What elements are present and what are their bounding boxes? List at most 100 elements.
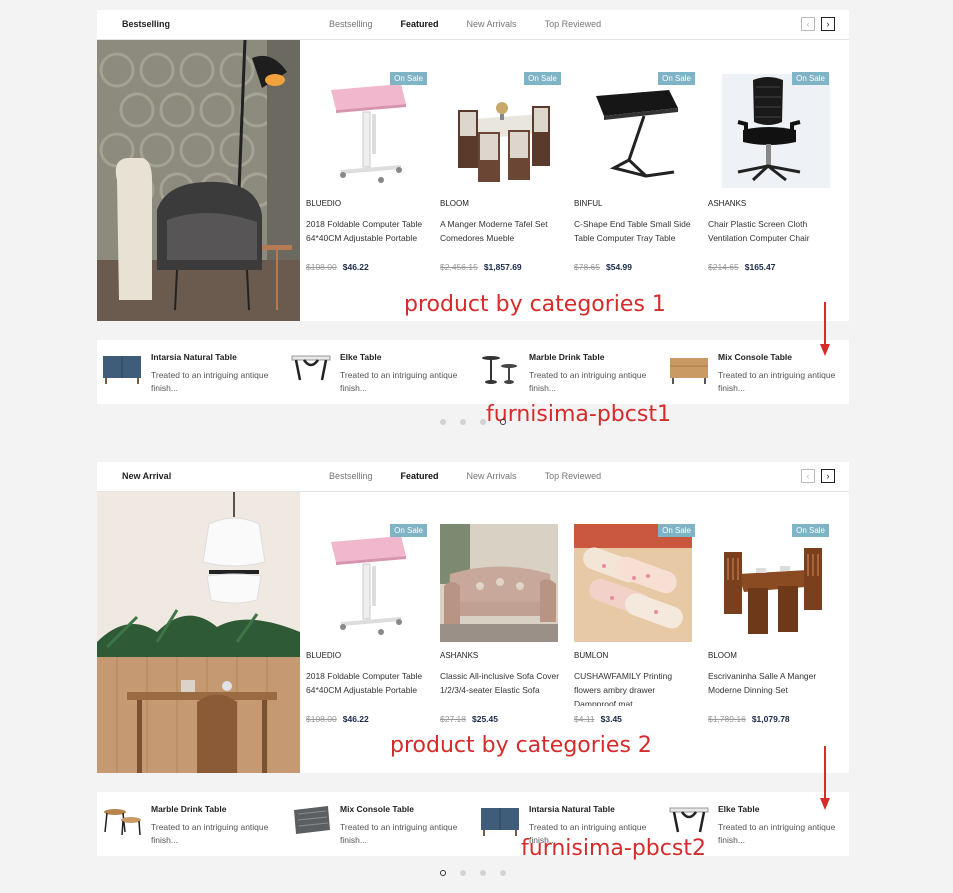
section-tabbar: Bestselling Bestselling Featured New Arr… bbox=[97, 10, 849, 40]
mini-product[interactable]: Elke Table Treated to an intriguing anti… bbox=[286, 340, 476, 404]
mini-product-title[interactable]: Elke Table bbox=[718, 804, 759, 814]
sofa-cover-icon[interactable] bbox=[440, 524, 565, 642]
product-brand: BLUEDIO bbox=[306, 651, 342, 660]
blue-cabinet-icon bbox=[101, 350, 143, 386]
mini-product-title[interactable]: Mix Console Table bbox=[340, 804, 414, 814]
tab-new-arrivals[interactable]: New Arrivals bbox=[467, 10, 517, 38]
category-banner-image[interactable] bbox=[97, 492, 300, 773]
prev-arrow-icon[interactable]: ‹ bbox=[801, 469, 815, 483]
product-brand: BUMLON bbox=[574, 651, 609, 660]
product-card[interactable]: On Sale BLUEDIO 2018 Foldable Computer T… bbox=[306, 40, 431, 321]
tab-bestselling[interactable]: Bestselling bbox=[329, 10, 373, 38]
mat-rolls-icon[interactable] bbox=[574, 524, 699, 642]
product-name[interactable]: Chair Plastic Screen Cloth Ventilation C… bbox=[708, 217, 830, 254]
category-banner-image[interactable] bbox=[97, 40, 300, 321]
product-name[interactable]: CUSHAWFAMILY Printing flowers ambry draw… bbox=[574, 669, 696, 706]
product-card[interactable]: On Sale BiNFUL C-Shape End Table Small S… bbox=[574, 40, 699, 321]
woven-rug-icon bbox=[290, 802, 332, 838]
carousel-dot[interactable] bbox=[440, 419, 446, 425]
product-brand: BiNFUL bbox=[574, 199, 603, 208]
old-price: $78.65 bbox=[574, 262, 600, 272]
product-card[interactable]: On Sale BUMLON CUSHAWFAMILY Printing flo… bbox=[574, 492, 699, 773]
product-brand: BLUEDIO bbox=[306, 199, 342, 208]
mini-product-title[interactable]: Mix Console Table bbox=[718, 352, 792, 362]
annotation-label: product by categories 2 bbox=[390, 733, 652, 758]
product-prices: $4.11 $3.45 bbox=[574, 714, 622, 724]
carousel-dot[interactable] bbox=[460, 419, 466, 425]
office-chair-icon[interactable] bbox=[708, 72, 833, 190]
tab-top-reviewed[interactable]: Top Reviewed bbox=[545, 462, 602, 490]
product-name[interactable]: A Manger Moderne Tafel Set Comedores Mue… bbox=[440, 217, 562, 254]
old-price: $27.18 bbox=[440, 714, 466, 724]
next-arrow-icon[interactable]: › bbox=[821, 469, 835, 483]
mini-product-title[interactable]: Marble Drink Table bbox=[529, 352, 604, 362]
old-price: $2,456.15 bbox=[440, 262, 478, 272]
category-tabs: Bestselling Featured New Arrivals Top Re… bbox=[329, 10, 629, 38]
product-prices: $27.18 $25.45 bbox=[440, 714, 498, 724]
product-name[interactable]: 2018 Foldable Computer Table 64*40CM Adj… bbox=[306, 669, 428, 706]
product-grid: On Sale BLUEDIO 2018 Foldable Computer T… bbox=[306, 40, 849, 321]
category-tabs: Bestselling Featured New Arrivals Top Re… bbox=[329, 462, 629, 490]
carousel-dot-active[interactable] bbox=[500, 419, 506, 425]
product-card[interactable]: On Sale BLOOM A Manger Moderne Tafel Set… bbox=[440, 40, 565, 321]
mini-product-title[interactable]: Intarsia Natural Table bbox=[151, 352, 237, 362]
product-section-1: Bestselling Bestselling Featured New Arr… bbox=[97, 10, 849, 405]
carousel-dot-active[interactable] bbox=[440, 870, 446, 876]
pink-laptop-table-icon[interactable] bbox=[306, 524, 431, 642]
carousel-dot[interactable] bbox=[500, 870, 506, 876]
old-price: $4.11 bbox=[574, 714, 595, 724]
carousel-dots bbox=[440, 419, 506, 425]
product-brand: ASHANKS bbox=[440, 651, 479, 660]
mini-product[interactable]: Marble Drink Table Treated to an intrigu… bbox=[475, 340, 665, 404]
carousel-dot[interactable] bbox=[460, 870, 466, 876]
mini-product-desc: Treated to an intriguing antique finish.… bbox=[718, 370, 836, 393]
product-brand: BLOOM bbox=[440, 199, 469, 208]
tab-new-arrivals[interactable]: New Arrivals bbox=[467, 462, 517, 490]
c-shape-end-table-icon[interactable] bbox=[574, 72, 699, 190]
old-price: $108.00 bbox=[306, 262, 337, 272]
section-tabbar: New Arrival Bestselling Featured New Arr… bbox=[97, 462, 849, 492]
prev-arrow-icon[interactable]: ‹ bbox=[801, 17, 815, 31]
mini-product-title[interactable]: Elke Table bbox=[340, 352, 381, 362]
mini-product-strip: Marble Drink Table Treated to an intrigu… bbox=[97, 792, 849, 856]
on-sale-badge: On Sale bbox=[792, 524, 829, 537]
mini-product-title[interactable]: Marble Drink Table bbox=[151, 804, 226, 814]
old-price: $108.00 bbox=[306, 714, 337, 724]
mini-product-title[interactable]: Intarsia Natural Table bbox=[529, 804, 615, 814]
product-name[interactable]: Classic All-inclusive Sofa Cover 1/2/3/4… bbox=[440, 669, 562, 706]
product-prices: $214.65 $165.47 bbox=[708, 262, 775, 272]
tab-bestselling[interactable]: Bestselling bbox=[329, 462, 373, 490]
carousel-dot[interactable] bbox=[480, 870, 486, 876]
wood-console-icon bbox=[668, 350, 710, 386]
mini-product[interactable]: Marble Drink Table Treated to an intrigu… bbox=[97, 792, 287, 856]
annotation-label: furnisima-pbcst1 bbox=[486, 402, 671, 427]
sale-price: $165.47 bbox=[744, 262, 776, 272]
annotation-label: furnisima-pbcst2 bbox=[521, 836, 706, 861]
pink-laptop-table-icon[interactable] bbox=[306, 72, 431, 190]
product-card[interactable]: On Sale BLUEDIO 2018 Foldable Computer T… bbox=[306, 492, 431, 773]
tab-featured[interactable]: Featured bbox=[401, 462, 439, 490]
carousel-dot[interactable] bbox=[480, 419, 486, 425]
on-sale-badge: On Sale bbox=[658, 72, 695, 85]
mini-product[interactable]: Mix Console Table Treated to an intrigui… bbox=[286, 792, 476, 856]
next-arrow-icon[interactable]: › bbox=[821, 17, 835, 31]
wood-dining-set-icon[interactable] bbox=[708, 524, 833, 642]
annotation-label: product by categories 1 bbox=[404, 292, 666, 317]
on-sale-badge: On Sale bbox=[792, 72, 829, 85]
carousel-dots bbox=[440, 870, 506, 876]
nesting-tables-icon bbox=[101, 802, 143, 838]
tab-featured[interactable]: Featured bbox=[401, 10, 439, 38]
dining-table-set-icon[interactable] bbox=[440, 72, 565, 190]
tab-top-reviewed[interactable]: Top Reviewed bbox=[545, 10, 602, 38]
product-name[interactable]: 2018 Foldable Computer Table 64*40CM Adj… bbox=[306, 217, 428, 254]
mini-product[interactable]: Intarsia Natural Table Treated to an int… bbox=[97, 340, 287, 404]
product-brand: ASHANKS bbox=[708, 199, 747, 208]
old-price: $214.65 bbox=[708, 262, 739, 272]
product-card[interactable]: On Sale BLOOM Escrivaninha Salle A Mange… bbox=[708, 492, 833, 773]
sale-price: $1,857.69 bbox=[483, 262, 522, 272]
product-prices: $78.65 $54.99 bbox=[574, 262, 632, 272]
product-name[interactable]: C-Shape End Table Small Side Table Compu… bbox=[574, 217, 696, 254]
product-card[interactable]: On Sale ASHANKS Chair Plastic Screen Clo… bbox=[708, 40, 833, 321]
product-name[interactable]: Escrivaninha Salle A Manger Moderne Dinn… bbox=[708, 669, 830, 706]
product-card[interactable]: ASHANKS Classic All-inclusive Sofa Cover… bbox=[440, 492, 565, 773]
